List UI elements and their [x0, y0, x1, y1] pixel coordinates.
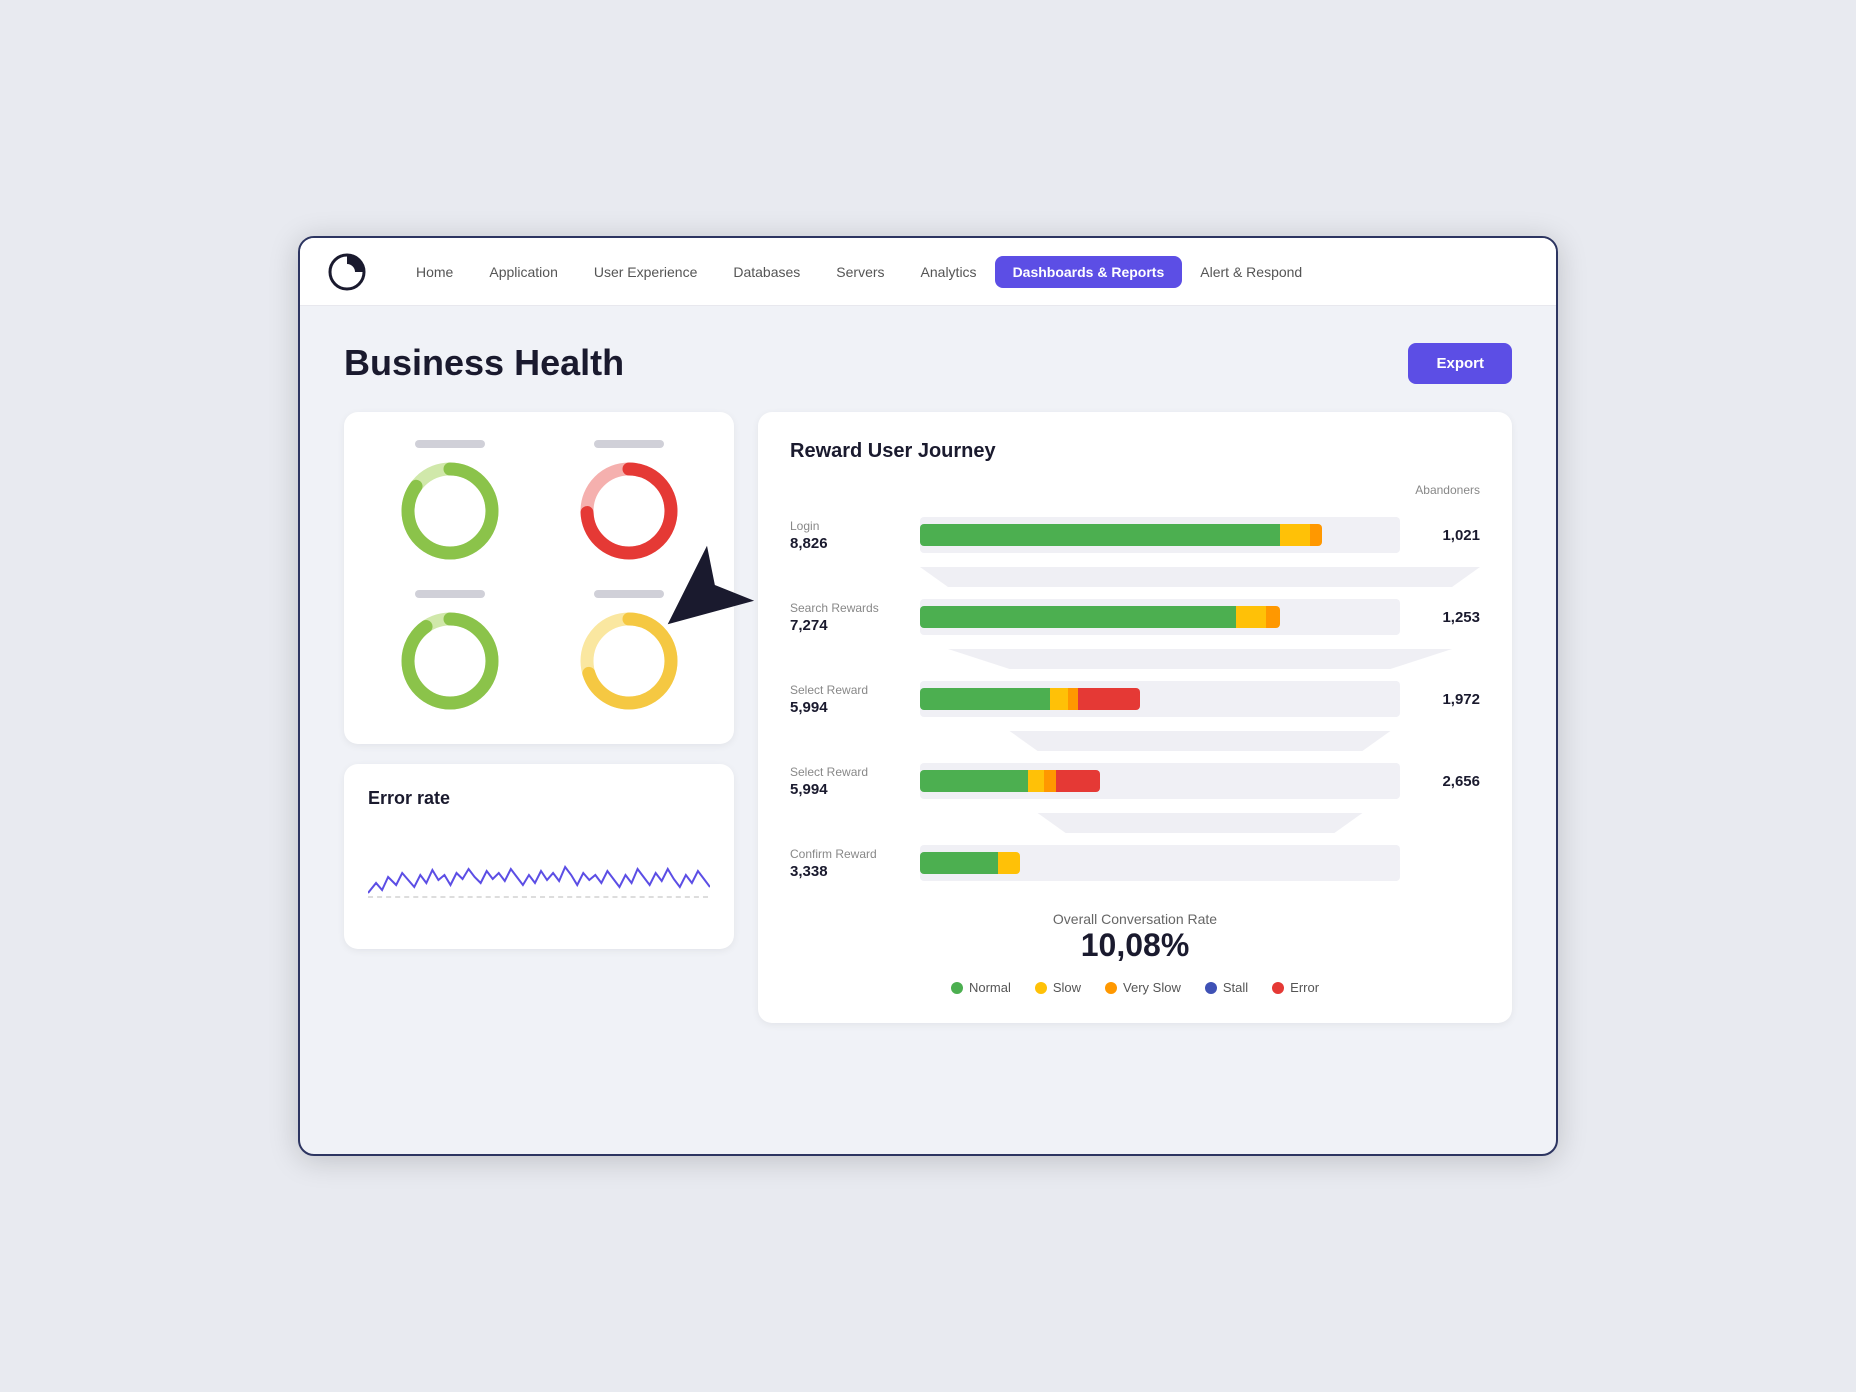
nav-user-experience[interactable]: User Experience	[576, 256, 716, 288]
legend-label-slow: Slow	[1053, 980, 1081, 995]
gauge-3-ring	[395, 606, 505, 716]
funnel-label-5: Confirm Reward 3,338	[790, 847, 920, 880]
journey-panel: Reward User Journey Abandoners Login 8,8…	[758, 412, 1512, 1023]
funnel-header: Abandoners	[790, 483, 1480, 497]
gauge-3-label	[415, 590, 485, 598]
journey-title: Reward User Journey	[790, 440, 1480, 463]
funnel-abandon-3: 1,972	[1400, 691, 1480, 708]
error-rate-card: Error rate	[344, 764, 734, 949]
legend-dot-very-slow	[1105, 982, 1117, 994]
nav-servers[interactable]: Servers	[818, 256, 902, 288]
legend-error: Error	[1272, 980, 1319, 995]
nav-menu: Home Application User Experience Databas…	[398, 256, 1320, 288]
gauge-2	[547, 440, 710, 566]
funnel-label-4: Select Reward 5,994	[790, 765, 920, 798]
overall-rate-label: Overall Conversation Rate	[790, 911, 1480, 927]
gauges-card	[344, 412, 734, 744]
nav-databases[interactable]: Databases	[715, 256, 818, 288]
funnel-row-5: Confirm Reward 3,338	[790, 833, 1480, 893]
legend-dot-slow	[1035, 982, 1047, 994]
funnel-label-3: Select Reward 5,994	[790, 683, 920, 716]
chart-legend: Normal Slow Very Slow Stall	[790, 980, 1480, 995]
nav-application[interactable]: Application	[471, 256, 576, 288]
funnel-row-3: Select Reward 5,994 1,	[790, 669, 1480, 729]
gauges-grid	[368, 440, 710, 716]
funnel-bar-1	[920, 505, 1400, 565]
funnel-label-1: Login 8,826	[790, 519, 920, 552]
export-button[interactable]: Export	[1408, 343, 1512, 384]
legend-label-stall: Stall	[1223, 980, 1248, 995]
funnel-abandon-4: 2,656	[1400, 773, 1480, 790]
nav-home[interactable]: Home	[398, 256, 471, 288]
legend-dot-normal	[951, 982, 963, 994]
navbar: Home Application User Experience Databas…	[300, 238, 1556, 306]
funnel-bar-5	[920, 833, 1400, 893]
funnel-abandon-2: 1,253	[1400, 609, 1480, 626]
legend-normal: Normal	[951, 980, 1011, 995]
legend-label-error: Error	[1290, 980, 1319, 995]
gauge-1	[368, 440, 531, 566]
funnel-bar-4	[920, 751, 1400, 811]
funnel-row-1: Login 8,826 1,021	[790, 505, 1480, 565]
legend-label-very-slow: Very Slow	[1123, 980, 1181, 995]
funnel-row-2: Search Rewards 7,274 1,253	[790, 587, 1480, 647]
nav-analytics[interactable]: Analytics	[903, 256, 995, 288]
funnel-connector-1	[920, 567, 1480, 587]
legend-label-normal: Normal	[969, 980, 1011, 995]
funnel-abandon-1: 1,021	[1400, 527, 1480, 544]
legend-dot-stall	[1205, 982, 1217, 994]
funnel-bar-3	[920, 669, 1400, 729]
nav-dashboards[interactable]: Dashboards & Reports	[995, 256, 1183, 288]
error-rate-title: Error rate	[368, 788, 710, 809]
legend-very-slow: Very Slow	[1105, 980, 1181, 995]
overall-rate: Overall Conversation Rate 10,08%	[790, 911, 1480, 964]
funnel-bar-2	[920, 587, 1400, 647]
app-logo	[328, 253, 366, 291]
gauge-1-label	[415, 440, 485, 448]
funnel-connector-3	[920, 731, 1480, 751]
nav-alert[interactable]: Alert & Respond	[1182, 256, 1320, 288]
gauge-cursor-icon	[652, 530, 680, 558]
app-container: Home Application User Experience Databas…	[298, 236, 1558, 1156]
overall-rate-value: 10,08%	[790, 927, 1480, 964]
gauge-3	[368, 590, 531, 716]
gauge-4-ring	[574, 606, 684, 716]
funnel-label-2: Search Rewards 7,274	[790, 601, 920, 634]
funnel-connector-2	[920, 649, 1480, 669]
main-content: Business Health Export	[300, 306, 1556, 1059]
abandonners-header: Abandoners	[1400, 483, 1480, 497]
legend-dot-error	[1272, 982, 1284, 994]
page-header: Business Health Export	[344, 342, 1512, 384]
sparkline-chart	[368, 825, 710, 925]
gauge-2-ring	[574, 456, 684, 566]
funnel-connector-4	[920, 813, 1480, 833]
funnel-chart: Login 8,826 1,021	[790, 505, 1480, 893]
left-panel: Error rate	[344, 412, 734, 949]
gauge-1-ring	[395, 456, 505, 566]
cards-row: Error rate Reward User Journey	[344, 412, 1512, 1023]
funnel-row-4: Select Reward 5,994 2,	[790, 751, 1480, 811]
legend-slow: Slow	[1035, 980, 1081, 995]
page-title: Business Health	[344, 342, 624, 384]
gauge-2-label	[594, 440, 664, 448]
legend-stall: Stall	[1205, 980, 1248, 995]
